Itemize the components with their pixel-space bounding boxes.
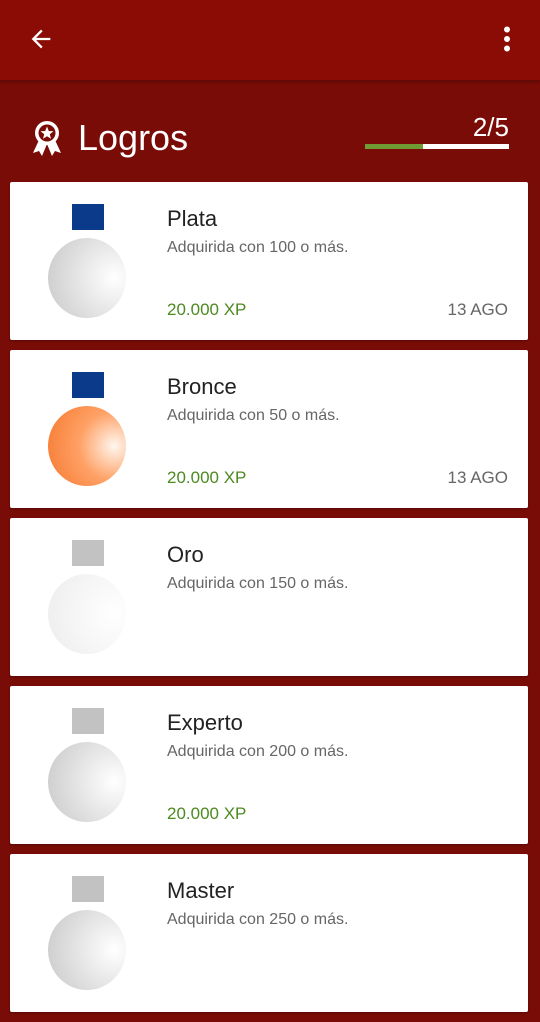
medal-icon: [48, 204, 126, 318]
medal-disc: [48, 238, 126, 318]
medal-ribbon: [72, 204, 104, 230]
medal-disc: [48, 742, 126, 822]
achievement-xp: 20.000 XP: [167, 300, 247, 319]
award-icon: [33, 121, 61, 156]
achievement-description: Adquirida con 200 o más.: [167, 743, 349, 760]
app-bar: [0, 0, 540, 80]
overflow-menu-button[interactable]: [494, 22, 520, 56]
achievement-count: 2/5: [472, 112, 509, 142]
achievements-header: Logros 2/5: [0, 80, 540, 182]
back-button[interactable]: [24, 22, 58, 56]
medal-icon: [48, 708, 126, 822]
achievement-description: Adquirida con 250 o más.: [167, 911, 349, 928]
achievement-xp: 20.000 XP: [167, 468, 247, 487]
medal-disc: [48, 910, 126, 990]
achievement-description: Adquirida con 100 o más.: [167, 239, 349, 256]
medal-icon: [48, 372, 126, 486]
achievement-progress-bar: [365, 144, 509, 149]
medal-ribbon: [72, 876, 104, 902]
achievement-name: Experto: [167, 710, 243, 735]
medal-disc: [48, 574, 126, 654]
achievement-card-master[interactable]: Master Adquirida con 250 o más.: [10, 854, 528, 1012]
achievement-card-oro[interactable]: Oro Adquirida con 150 o más.: [10, 518, 528, 676]
achievement-card-experto[interactable]: Experto Adquirida con 200 o más. 20.000 …: [10, 686, 528, 844]
achievement-date: 13 AGO: [447, 468, 508, 487]
medal-ribbon: [72, 540, 104, 566]
achievement-date: 13 AGO: [447, 300, 508, 319]
medal-icon: [48, 876, 126, 990]
achievement-name: Bronce: [167, 374, 237, 399]
achievement-name: Master: [167, 878, 235, 903]
medal-icon: [48, 540, 126, 654]
achievement-card-plata[interactable]: Plata Adquirida con 100 o más. 20.000 XP…: [10, 182, 528, 340]
achievement-description: Adquirida con 150 o más.: [167, 575, 349, 592]
more-vertical-icon: [504, 26, 510, 52]
medal-ribbon: [72, 372, 104, 398]
medal-ribbon: [72, 708, 104, 734]
page-title: Logros: [78, 117, 189, 158]
achievement-xp: 20.000 XP: [167, 804, 247, 823]
achievement-name: Plata: [167, 206, 218, 231]
medal-disc: [48, 406, 126, 486]
achievements-list: Plata Adquirida con 100 o más. 20.000 XP…: [10, 182, 528, 1022]
arrow-left-icon: [31, 29, 51, 49]
achievement-description: Adquirida con 50 o más.: [167, 407, 340, 424]
achievement-card-bronce[interactable]: Bronce Adquirida con 50 o más. 20.000 XP…: [10, 350, 528, 508]
progress-fill: [365, 144, 423, 149]
achievement-name: Oro: [167, 542, 204, 567]
